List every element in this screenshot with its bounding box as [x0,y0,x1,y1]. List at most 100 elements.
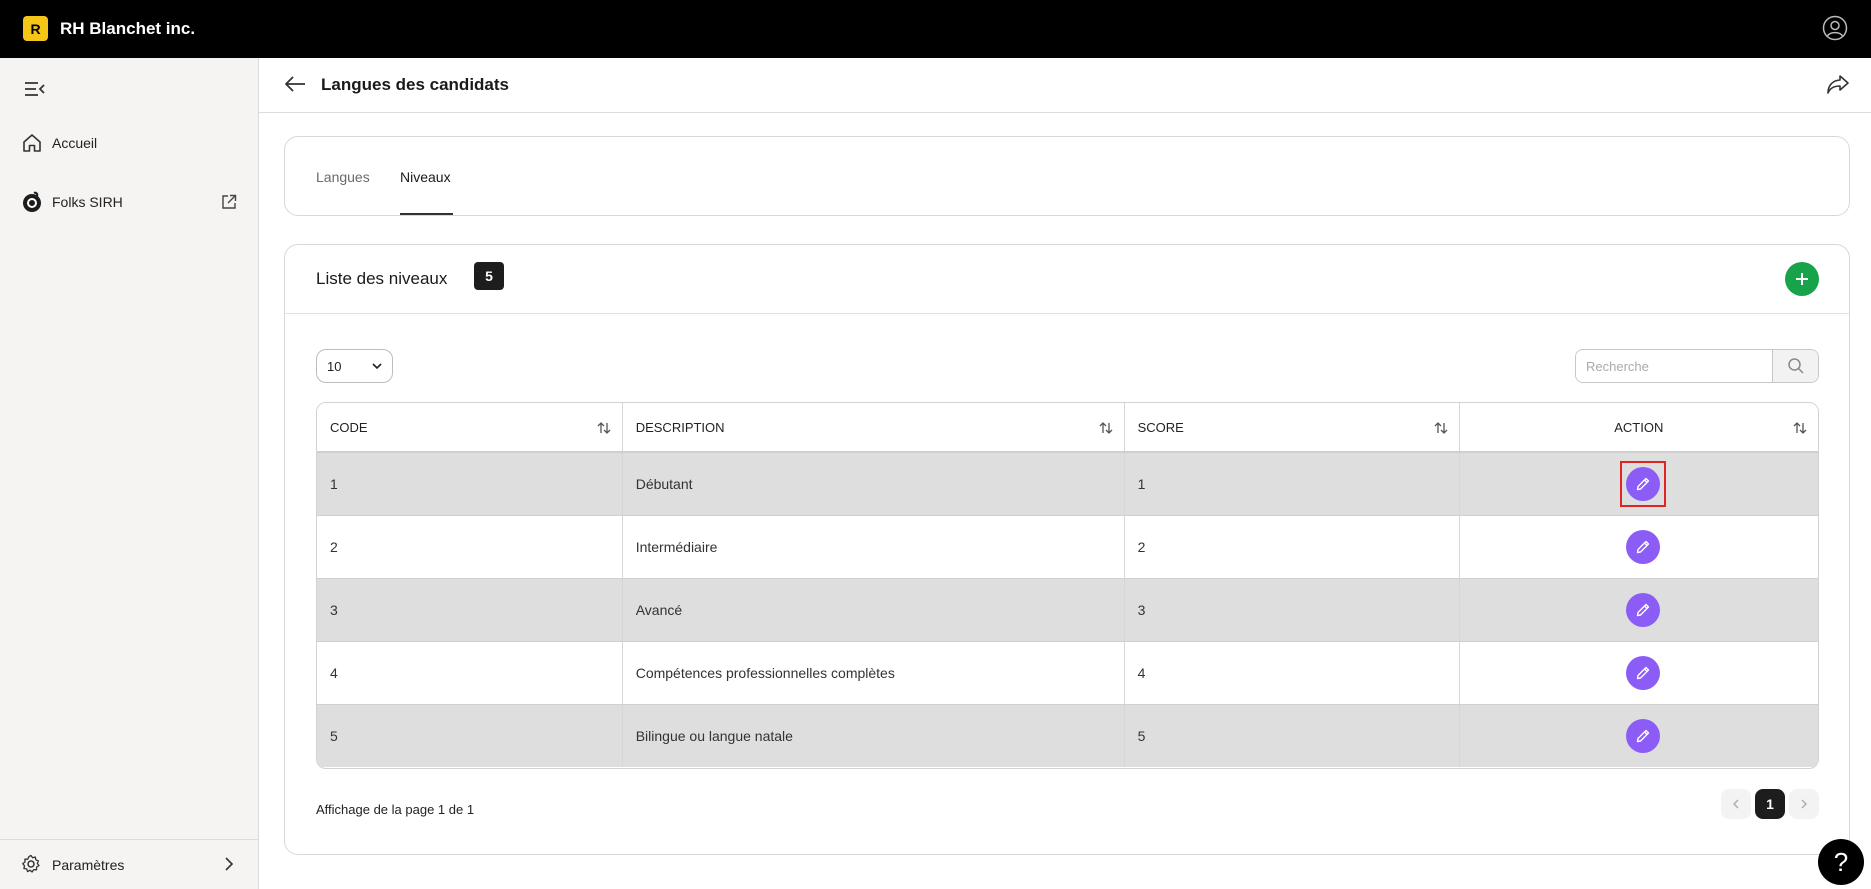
cell-score: 1 [1124,452,1460,516]
edit-button[interactable] [1625,592,1660,627]
column-header-action[interactable]: ACTION [1459,403,1818,453]
page-size-select[interactable]: 10 [316,349,393,383]
sidebar-item-folks-sirh[interactable]: Folks SIRH [0,182,259,222]
edit-highlight-box [1619,460,1666,507]
tabs-bar: Langues Niveaux [284,136,1850,216]
sort-icon[interactable] [1098,420,1114,436]
cell-score: 2 [1124,515,1460,579]
search-box [1575,349,1819,383]
column-header-score[interactable]: SCORE [1124,403,1460,453]
edit-wrap [1620,587,1666,633]
list-title: Liste des niveaux [316,269,448,288]
home-icon [23,134,41,152]
tab-langues[interactable]: Langues [316,169,370,185]
share-icon[interactable] [1825,72,1851,96]
search-input[interactable] [1576,350,1772,382]
edit-button[interactable] [1625,529,1660,564]
column-header-label: CODE [330,419,368,435]
table-row: 3 Avancé 3 [317,578,1818,642]
card-header: Liste des niveaux 5 [285,245,1849,314]
cell-description: Bilingue ou langue natale [622,704,1125,767]
cell-action [1459,452,1818,516]
company-logo[interactable]: R [23,16,48,41]
cell-action [1459,578,1818,642]
cell-description: Débutant [622,452,1125,516]
column-header-description[interactable]: DESCRIPTION [622,403,1125,453]
sort-icon[interactable] [1792,420,1808,436]
folks-logo-icon [23,191,41,212]
column-header-label: ACTION [1614,419,1664,435]
cell-description: Avancé [622,578,1125,642]
column-header-label: DESCRIPTION [635,419,725,435]
count-badge: 5 [474,262,504,290]
page-button-current[interactable]: 1 [1755,789,1785,819]
pencil-icon [1636,666,1650,679]
cell-action [1459,515,1818,579]
search-button[interactable] [1772,350,1818,382]
top-bar: R RH Blanchet inc. [0,0,1871,58]
page-title: Langues des candidats [321,75,509,94]
page-header: Langues des candidats [259,58,1871,113]
edit-button[interactable] [1625,718,1660,753]
next-page-button[interactable] [1789,789,1819,819]
edit-button[interactable] [1625,466,1660,501]
edit-wrap [1620,713,1666,759]
cell-score: 3 [1124,578,1460,642]
gear-icon [22,854,40,873]
cell-score: 4 [1124,641,1460,705]
help-button[interactable]: ? [1818,839,1864,885]
sort-icon[interactable] [596,420,612,436]
pagination-info: Affichage de la page 1 de 1 [316,802,475,817]
sidebar: Accueil Folks SIRH Paramètres [0,58,259,889]
pencil-icon [1636,603,1650,616]
chevron-left-icon [1733,799,1739,809]
levels-table: CODE DESCRIPTION SCORE ACTION 1 Débutant… [316,402,1819,769]
chevron-right-icon [1801,799,1807,809]
plus-icon [1796,273,1808,285]
cell-code: 1 [317,452,623,516]
cell-code: 3 [317,578,623,642]
cell-description: Intermédiaire [622,515,1125,579]
cell-action [1459,704,1818,767]
add-level-button[interactable] [1785,262,1819,296]
sidebar-item-label: Paramètres [52,857,125,873]
pencil-icon [1636,477,1650,490]
sidebar-item-accueil[interactable]: Accueil [0,123,259,163]
cell-code: 2 [317,515,623,579]
back-arrow-icon[interactable] [283,74,307,94]
levels-card: Liste des niveaux 5 10 Recherche CODE DE… [284,244,1850,855]
company-name[interactable]: RH Blanchet inc. [60,19,195,39]
page-size-value: 10 [327,358,342,374]
external-link-icon[interactable] [221,194,237,210]
edit-button[interactable] [1625,655,1660,690]
sidebar-item-parametres[interactable]: Paramètres [0,839,259,889]
tab-niveaux[interactable]: Niveaux [400,169,451,185]
sidebar-item-label: Folks SIRH [52,194,123,210]
chevron-down-icon [372,363,382,370]
pencil-icon [1636,540,1650,553]
cell-code: 5 [317,704,623,767]
sidebar-item-label: Accueil [52,135,98,151]
pencil-icon [1636,729,1650,742]
chevron-right-icon [225,857,234,871]
table-row: 2 Intermédiaire 2 [317,515,1818,579]
cell-score: 5 [1124,704,1460,767]
pagination: 1 [1721,789,1819,819]
edit-wrap [1620,524,1666,570]
sort-icon[interactable] [1433,420,1449,436]
collapse-menu-icon[interactable] [24,80,46,98]
prev-page-button[interactable] [1721,789,1751,819]
table-row: 1 Débutant 1 [317,452,1818,516]
table-header-row: CODE DESCRIPTION SCORE ACTION [317,403,1818,453]
edit-wrap [1620,650,1666,696]
column-header-code[interactable]: CODE [317,403,623,453]
column-header-label: SCORE [1137,419,1184,435]
active-tab-indicator [400,213,453,215]
user-account-icon[interactable] [1822,15,1848,41]
table-row: 5 Bilingue ou langue natale 5 [317,704,1818,767]
cell-action [1459,641,1818,705]
cell-code: 4 [317,641,623,705]
search-icon [1787,358,1804,374]
table-row: 4 Compétences professionnelles complètes… [317,641,1818,705]
cell-description: Compétences professionnelles complètes [622,641,1125,705]
